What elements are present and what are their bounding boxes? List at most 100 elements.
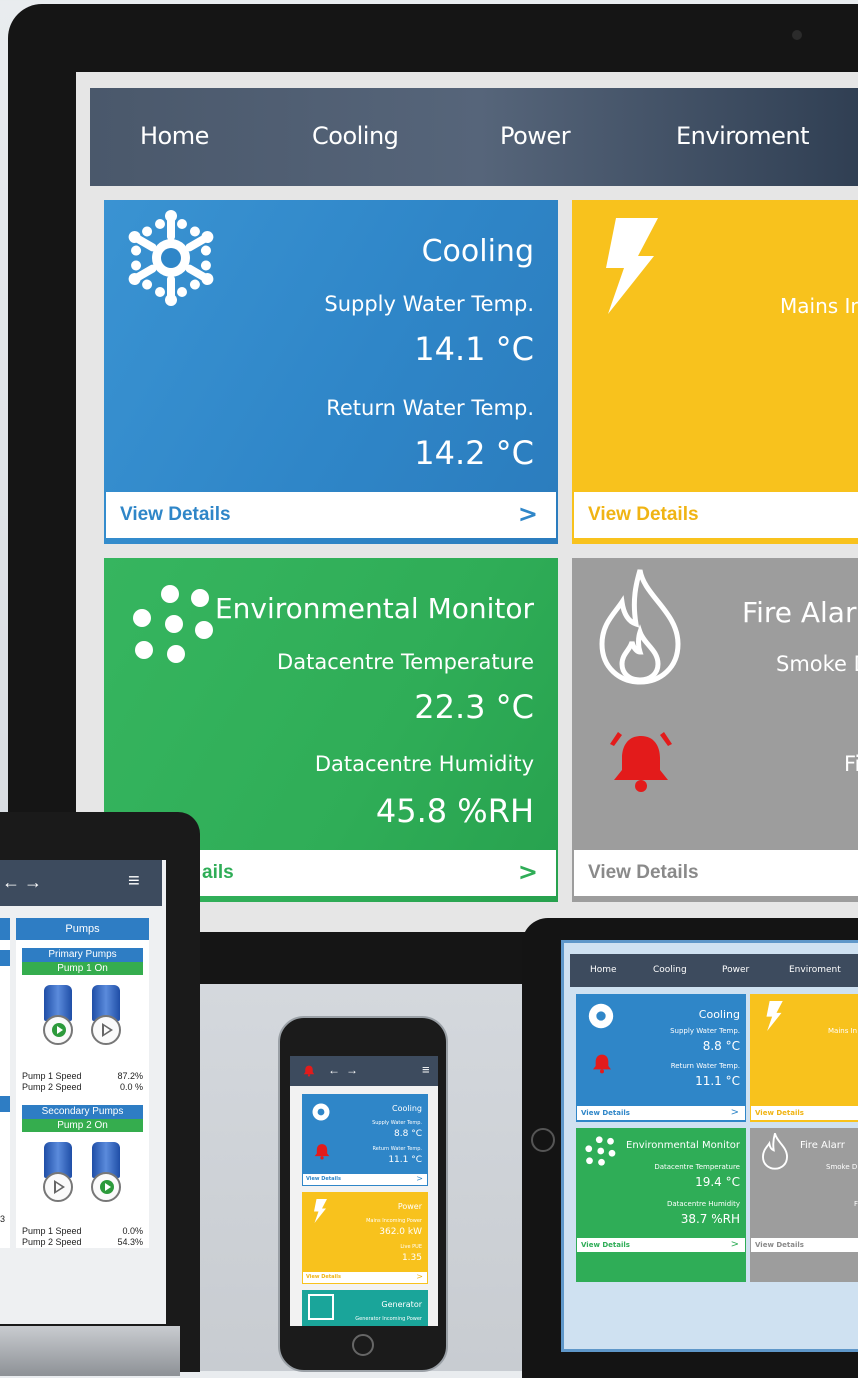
tablet-fire-label: F	[854, 1200, 858, 1208]
view-details-label: View Details	[755, 1109, 804, 1117]
bell-alarm-icon	[593, 1054, 611, 1074]
tablet-power-view-details[interactable]: View Details	[751, 1106, 858, 1120]
bell-alarm-icon	[303, 1065, 315, 1077]
view-details-label: View Details	[588, 504, 699, 525]
primary-pumps-title: Primary Pumps	[22, 948, 143, 962]
dots-icon	[133, 585, 213, 663]
bell-alarm-icon	[314, 1144, 330, 1160]
pump-stopped-icon[interactable]	[43, 1172, 73, 1202]
tablet-temp-label: Datacentre Temperature	[654, 1163, 740, 1171]
left-panel-fragment: 3	[0, 1214, 6, 1224]
view-details-label: View Details	[588, 862, 699, 883]
phone-power-view-details[interactable]: View Details >	[303, 1272, 427, 1283]
tablet-cooling-tile: Cooling Supply Water Temp. 8.8 °C Return…	[576, 994, 746, 1122]
pumps-panel: Pumps Primary Pumps Pump 1 On Pump 1 Spe…	[16, 918, 149, 1248]
pump-speed-row: Pump 2 Speed 0.0 %	[22, 1082, 143, 1092]
tablet-nav-environment[interactable]: Enviroment	[789, 965, 841, 975]
tablet-humidity-value: 38.7 %RH	[680, 1212, 740, 1226]
tablet-fire-title: Fire Alarr	[800, 1140, 845, 1151]
pump-speed-row: Pump 1 Speed 87.2%	[22, 1071, 143, 1081]
phone-cooling-view-details[interactable]: View Details >	[303, 1174, 427, 1185]
fire-alarm-title: Fire Alarr	[742, 596, 858, 629]
tablet-cooling-view-details[interactable]: View Details >	[577, 1106, 745, 1120]
phone-generator-title: Generator	[381, 1300, 422, 1309]
view-details-label: View Details	[581, 1241, 630, 1249]
supply-water-value: 14.1 °C	[414, 330, 534, 368]
nav-power[interactable]: Power	[500, 122, 571, 150]
chevron-right-icon: >	[730, 1107, 739, 1118]
view-details-label: ails	[202, 862, 234, 883]
return-water-value: 14.2 °C	[414, 434, 534, 472]
tablet-nav-power[interactable]: Power	[722, 965, 749, 975]
hamburger-menu-icon[interactable]: ≡	[422, 1062, 430, 1077]
phone-home-button[interactable]	[352, 1334, 374, 1356]
phone-navbar: ← → ≡	[290, 1056, 438, 1086]
forward-arrow-icon[interactable]: →	[24, 872, 42, 893]
generator-icon	[308, 1294, 334, 1320]
fire-label: Fi	[844, 752, 858, 776]
power-view-details[interactable]: View Details	[574, 492, 858, 538]
pump-running-icon[interactable]	[43, 1015, 73, 1045]
nav-home[interactable]: Home	[140, 122, 209, 150]
nav-environment[interactable]: Enviroment	[676, 122, 810, 150]
smoke-detector-label: Smoke D	[776, 652, 858, 676]
supply-water-label: Supply Water Temp.	[324, 292, 534, 316]
chevron-right-icon: >	[730, 1239, 739, 1250]
pump-speed-row: Pump 2 Speed 54.3%	[22, 1237, 143, 1247]
forward-arrow-icon[interactable]: →	[346, 1063, 358, 1077]
fire-view-details[interactable]: View Details	[574, 850, 858, 896]
phone-generator-tile: Generator Generator Incoming Power	[302, 1290, 428, 1326]
back-arrow-icon[interactable]: ←	[2, 872, 20, 893]
return-water-label: Return Water Temp.	[326, 396, 534, 420]
phone-pue-value: 1.35	[401, 1253, 422, 1263]
phone-mains-value: 362.0 kW	[379, 1227, 422, 1237]
phone-return-label: Return Water Temp.	[372, 1146, 422, 1152]
tablet-mains-label: Mains In	[828, 1027, 858, 1035]
tablet-power-tile: Mains In View Details	[750, 994, 858, 1122]
phone-pue-label: Live PUE	[400, 1244, 422, 1250]
chevron-right-icon: >	[517, 858, 538, 886]
bell-alarm-icon	[610, 732, 672, 792]
tablet-humidity-label: Datacentre Humidity	[666, 1200, 740, 1208]
tablet-home-button[interactable]	[531, 1128, 555, 1152]
cooling-view-details[interactable]: View Details >	[106, 492, 556, 538]
view-details-label: View Details	[306, 1176, 341, 1182]
phone-mains-label: Mains Incoming Power	[366, 1218, 422, 1224]
flame-icon	[599, 569, 681, 685]
tablet-nav-cooling[interactable]: Cooling	[653, 965, 687, 975]
hamburger-menu-icon[interactable]: ≡	[128, 870, 140, 893]
datacentre-temp-value: 22.3 °C	[414, 688, 534, 726]
phone-supply-value: 8.8 °C	[394, 1129, 422, 1139]
pump-speed-row: Pump 1 Speed 0.0%	[22, 1226, 143, 1236]
snowflake-icon	[312, 1103, 330, 1121]
view-details-label: View Details	[120, 504, 231, 525]
pump-stopped-icon[interactable]	[91, 1015, 121, 1045]
datacentre-humidity-value: 45.8 %RH	[375, 792, 534, 830]
mains-incoming-label: Mains In	[780, 294, 858, 318]
lightning-icon	[606, 218, 658, 314]
chevron-right-icon: >	[416, 1174, 423, 1183]
chevron-right-icon: >	[416, 1272, 423, 1281]
pump-running-icon[interactable]	[91, 1172, 121, 1202]
tablet-fire-view-details[interactable]: View Details	[751, 1238, 858, 1252]
view-details-label: View Details	[581, 1109, 630, 1117]
cooling-tile: Cooling Supply Water Temp. 14.1 °C Retur…	[104, 200, 558, 544]
tablet-smoke-label: Smoke D	[826, 1163, 858, 1171]
laptop-navbar: ← → ≡	[0, 860, 162, 906]
tablet-environment-title: Environmental Monitor	[626, 1140, 740, 1151]
nav-cooling[interactable]: Cooling	[312, 122, 399, 150]
phone-power-tile: Power Mains Incoming Power 362.0 kW Live…	[302, 1192, 428, 1284]
power-tile: Mains In View Details	[572, 200, 858, 544]
tablet-environment-view-details[interactable]: View Details >	[577, 1238, 745, 1252]
tablet-temp-value: 19.4 °C	[695, 1175, 740, 1189]
dots-icon	[585, 1136, 616, 1166]
tablet-nav-home[interactable]: Home	[590, 965, 617, 975]
datacentre-temp-label: Datacentre Temperature	[277, 650, 534, 674]
secondary-pump-status: Pump 2 On	[22, 1119, 143, 1132]
back-arrow-icon[interactable]: ←	[328, 1063, 340, 1077]
phone-generator-label: Generator Incoming Power	[355, 1316, 422, 1322]
snowflake-icon	[121, 210, 221, 306]
lightning-icon	[314, 1199, 327, 1223]
primary-pump-status: Pump 1 On	[22, 962, 143, 975]
tablet-return-value: 11.1 °C	[695, 1074, 740, 1088]
